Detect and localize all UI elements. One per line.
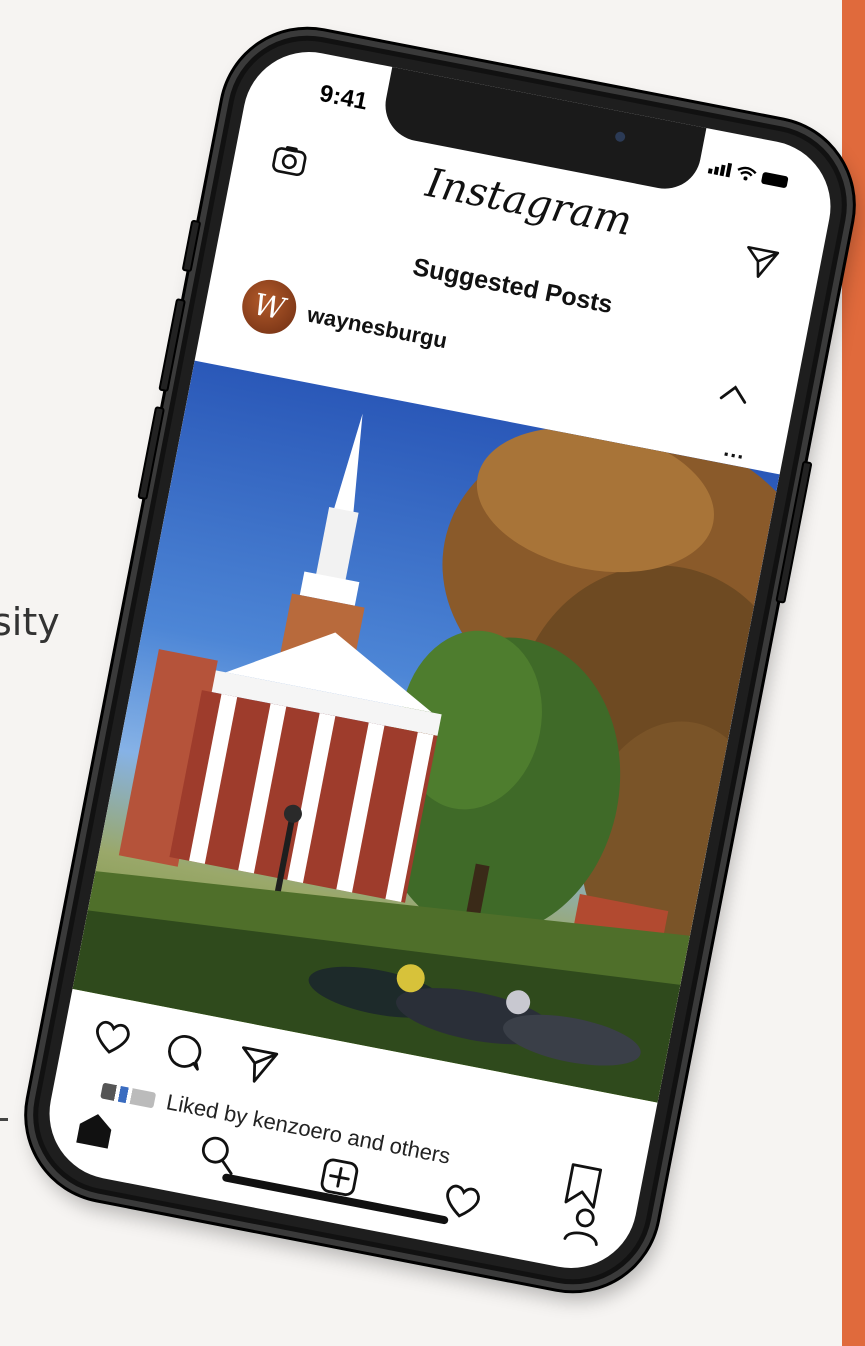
tab-profile[interactable] (555, 1196, 614, 1255)
more-options-button[interactable]: ... (722, 436, 748, 466)
campus-chapel-image (72, 413, 780, 1103)
phone-power-button (775, 460, 813, 604)
tab-home[interactable] (66, 1100, 125, 1159)
background-partial-text: sity (0, 600, 60, 644)
phone-mockup: 9:41 Instagram Suggested Posts W waynesb… (12, 14, 865, 1306)
phone-silent-switch (181, 219, 202, 273)
paper-plane-icon[interactable] (741, 244, 780, 282)
background-dash (0, 1118, 8, 1121)
share-icon[interactable] (234, 1042, 281, 1089)
tab-search[interactable] (188, 1124, 247, 1183)
post-photo[interactable] (72, 360, 780, 1103)
status-icons (707, 159, 789, 189)
wifi-icon (737, 166, 757, 181)
home-icon (76, 1114, 112, 1149)
comment-icon[interactable] (161, 1028, 208, 1075)
signal-icon (707, 159, 733, 178)
phone-volume-up (158, 298, 187, 393)
profile-icon (563, 1208, 598, 1246)
phone-screen: 9:41 Instagram Suggested Posts W waynesb… (38, 40, 842, 1280)
post-username[interactable]: waynesburgu (305, 302, 449, 355)
post-actions (89, 1014, 281, 1089)
front-camera-dot (614, 130, 627, 143)
chevron-up-icon[interactable] (719, 382, 750, 405)
bottom-tab-bar (65, 1096, 614, 1259)
status-time: 9:41 (317, 79, 370, 116)
heart-icon[interactable] (89, 1014, 136, 1061)
phone-volume-down (137, 405, 166, 501)
search-icon (201, 1136, 233, 1175)
avatar-letter: W (250, 286, 288, 328)
avatar[interactable]: W (237, 275, 301, 339)
battery-icon (760, 171, 789, 189)
